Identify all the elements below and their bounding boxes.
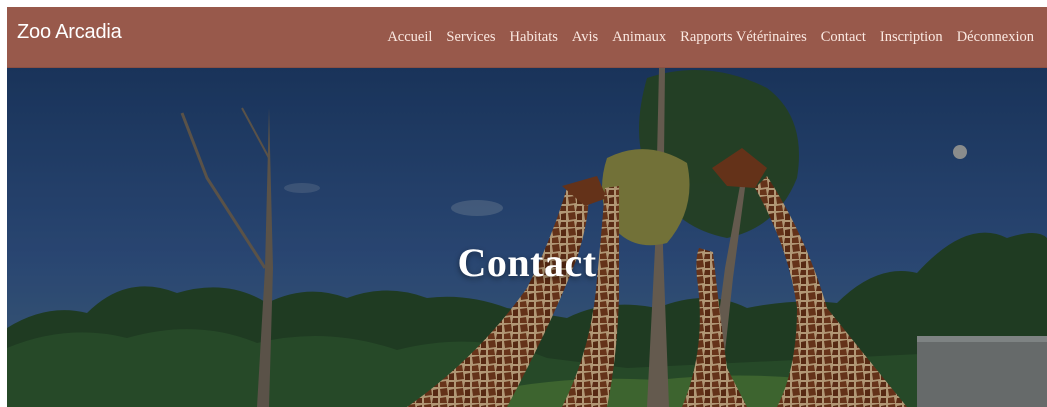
nav-item-inscription[interactable]: Inscription [873, 29, 950, 46]
hero-background-image [7, 68, 1047, 407]
nav-item-animaux[interactable]: Animaux [605, 29, 673, 46]
nav-item-accueil[interactable]: Accueil [380, 29, 439, 46]
page-frame: Zoo Arcadia Accueil Services Habitats Av… [7, 7, 1047, 407]
nav-item-deconnexion[interactable]: Déconnexion [950, 29, 1041, 46]
main-nav: Accueil Services Habitats Avis Animaux R… [380, 7, 1041, 68]
nav-item-habitats[interactable]: Habitats [503, 29, 565, 46]
hero-banner: Contact [7, 68, 1047, 407]
nav-item-services[interactable]: Services [439, 29, 502, 46]
top-navbar: Zoo Arcadia Accueil Services Habitats Av… [7, 7, 1047, 68]
nav-item-contact[interactable]: Contact [814, 29, 873, 46]
nav-item-rapports-veterinaires[interactable]: Rapports Vétérinaires [673, 29, 814, 46]
nav-item-avis[interactable]: Avis [565, 29, 605, 46]
hero-title: Contact [457, 239, 597, 285]
brand-logo-link[interactable]: Zoo Arcadia [17, 21, 122, 44]
